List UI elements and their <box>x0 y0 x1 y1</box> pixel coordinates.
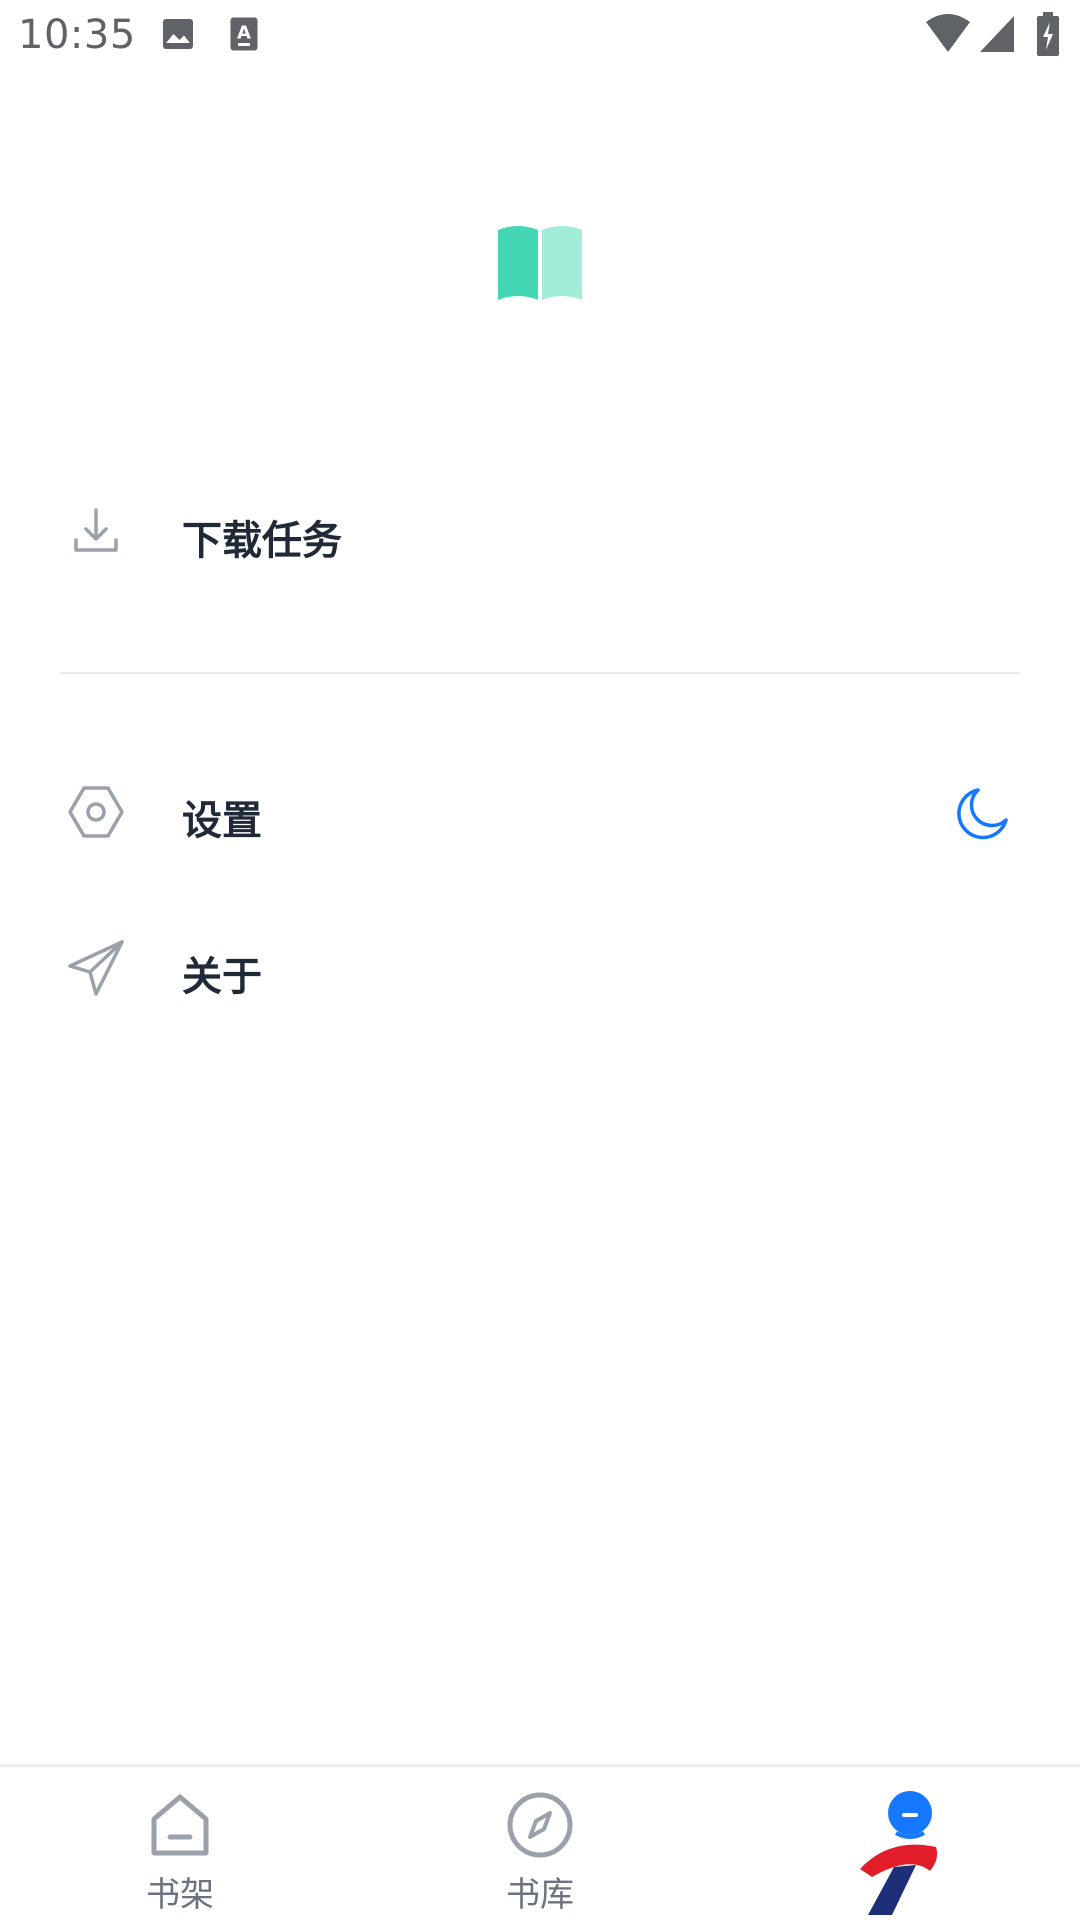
text-a-icon: A <box>230 17 258 51</box>
status-bar: 10:35 A <box>0 0 1080 72</box>
compass-icon <box>507 1792 573 1858</box>
status-time: 10:35 <box>18 12 136 58</box>
menu-item-settings[interactable]: 设置 <box>0 752 1080 872</box>
wifi-icon <box>926 14 970 52</box>
nav-tab-profile[interactable] <box>810 1767 990 1923</box>
home-icon <box>151 1794 209 1856</box>
nav-tab-label: 书架 <box>146 1875 214 1915</box>
menu-item-label: 关于 <box>182 954 262 1000</box>
image-icon <box>163 19 193 49</box>
menu-item-label: 设置 <box>182 798 262 844</box>
menu-item-about[interactable]: 关于 <box>0 908 1080 1028</box>
menu-item-label: 下载任务 <box>182 518 342 564</box>
paper-plane-icon <box>68 940 124 996</box>
open-book-icon <box>498 226 582 300</box>
bottom-navigation: 书架 书库 <box>0 1764 1080 1923</box>
nav-tab-library[interactable]: 书库 <box>450 1767 630 1923</box>
battery-charging-icon <box>1037 12 1059 56</box>
svg-text:A: A <box>237 23 251 44</box>
nav-tab-bookshelf[interactable]: 书架 <box>90 1767 270 1923</box>
profile-brand-icon <box>860 1791 938 1915</box>
menu-item-download-tasks[interactable]: 下载任务 <box>0 474 1080 594</box>
nav-tab-label: 书库 <box>506 1875 574 1915</box>
menu-divider <box>60 672 1020 674</box>
signal-icon <box>980 16 1014 52</box>
download-icon <box>74 508 118 552</box>
settings-hexagon-icon <box>68 786 124 838</box>
moon-icon[interactable] <box>952 784 1012 844</box>
